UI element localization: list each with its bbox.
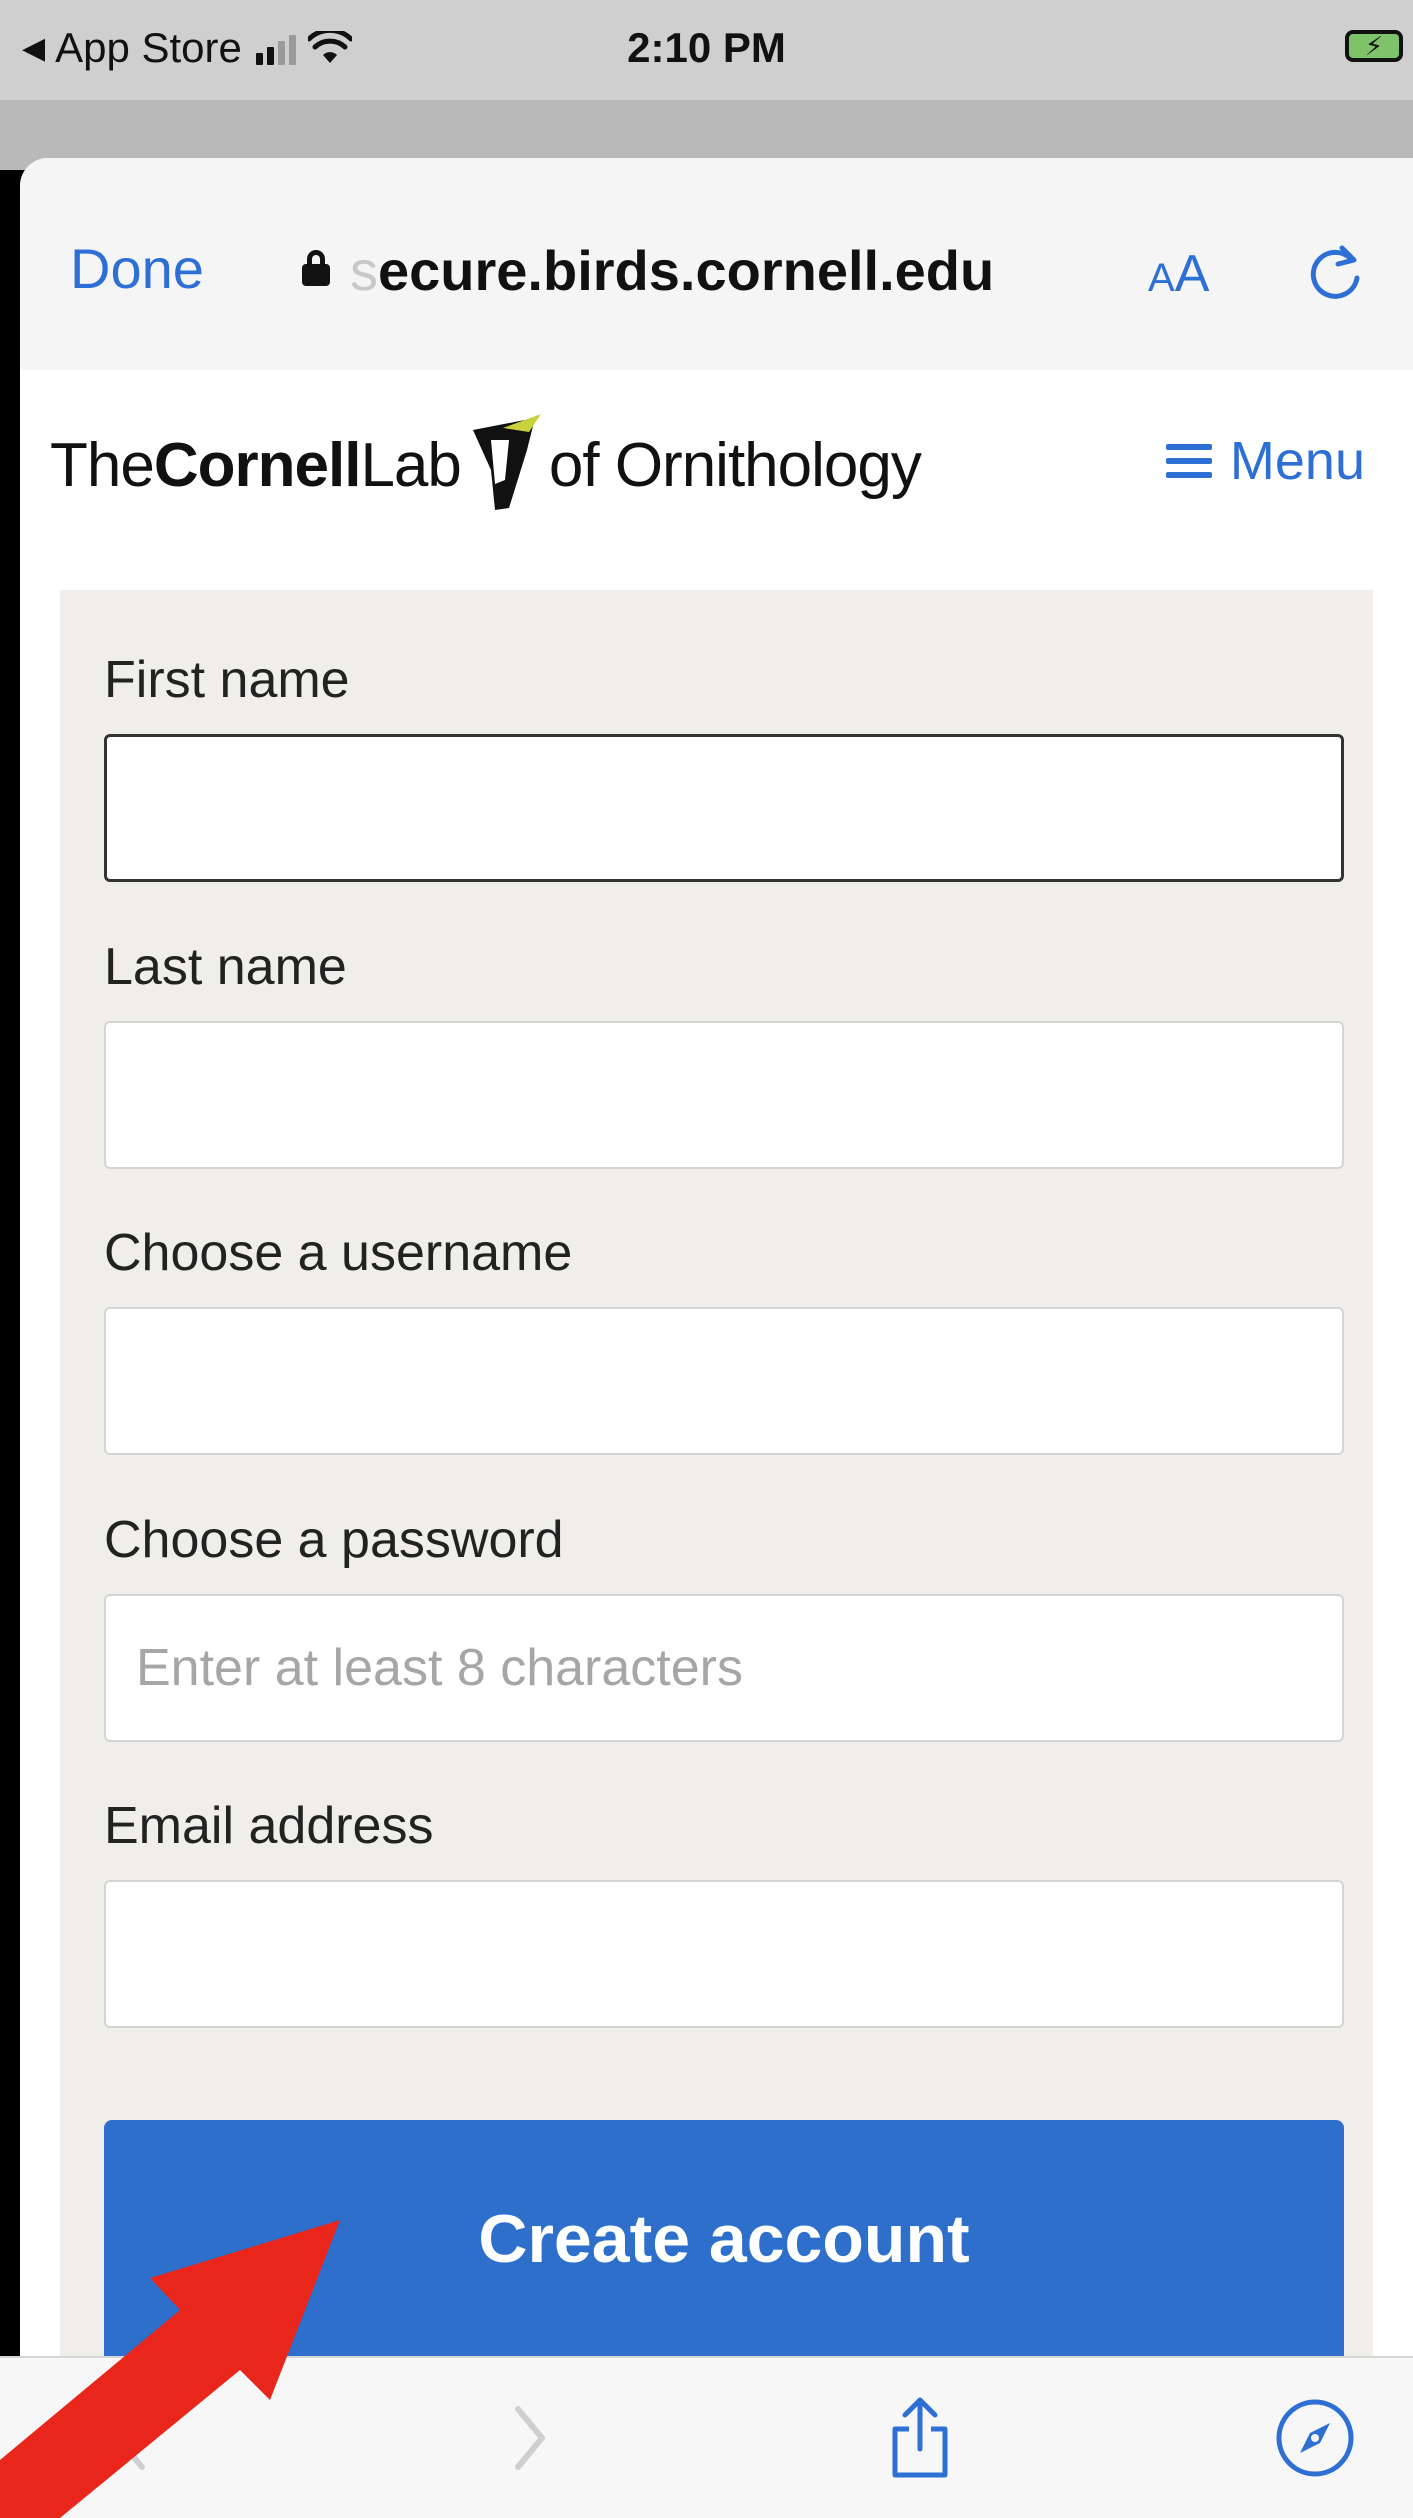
logo-cornell: Cornell: [153, 430, 362, 500]
email-input[interactable]: [104, 1880, 1344, 2028]
lock-icon: [302, 250, 330, 286]
cornell-lab-logo[interactable]: The Cornell Lab of Ornithology: [50, 410, 922, 520]
logo-the: The: [50, 430, 155, 500]
password-label: Choose a password: [104, 1511, 564, 1569]
username-label: Choose a username: [104, 1224, 573, 1282]
hamburger-icon: [1165, 444, 1212, 478]
username-input[interactable]: [104, 1307, 1344, 1455]
screen: ◀ App Store 2:10 PM ⚡ Done secure.birds.…: [0, 0, 1413, 2518]
create-account-button[interactable]: Create account: [104, 2120, 1344, 2380]
status-bar: ◀ App Store 2:10 PM ⚡: [0, 0, 1413, 100]
share-icon: [892, 2397, 948, 2478]
done-button[interactable]: Done: [70, 236, 204, 301]
last-name-label: Last name: [104, 938, 347, 996]
battery-icon: ⚡: [1345, 30, 1403, 62]
text-size-button[interactable]: AA: [1148, 244, 1209, 304]
first-name-label: First name: [104, 651, 350, 709]
text-size-small-glyph: A: [1148, 256, 1175, 300]
clock: 2:10 PM: [627, 24, 786, 71]
open-in-safari-button[interactable]: [1270, 2398, 1360, 2478]
browser-toolbar: [0, 2356, 1413, 2518]
share-button[interactable]: [880, 2397, 960, 2478]
compass-icon: [1276, 2399, 1354, 2477]
last-name-input[interactable]: [104, 1021, 1344, 1169]
url-hidden-prefix: s: [350, 239, 378, 302]
menu-label: Menu: [1229, 431, 1365, 491]
charging-bolt-icon: ⚡: [1364, 31, 1384, 61]
site-header: The Cornell Lab of Ornithology Menu: [20, 370, 1413, 540]
bird-logo-icon: [472, 414, 541, 510]
chevron-left-icon: [115, 2406, 145, 2470]
back-button[interactable]: [100, 2398, 160, 2478]
reload-icon[interactable]: [1302, 238, 1368, 304]
url-text[interactable]: secure.birds.cornell.edu: [350, 238, 994, 303]
forward-button[interactable]: [500, 2398, 560, 2478]
email-label: Email address: [104, 1797, 434, 1855]
menu-button[interactable]: Menu: [1165, 430, 1365, 492]
address-bar: Done secure.birds.cornell.edu AA: [20, 158, 1413, 372]
password-input[interactable]: [104, 1594, 1344, 1742]
url-domain: ecure.birds.cornell.edu: [378, 239, 995, 302]
logo-lab: Lab: [360, 430, 461, 500]
first-name-input[interactable]: [104, 734, 1344, 882]
chevron-right-icon: [515, 2406, 545, 2470]
text-size-large-glyph: A: [1174, 245, 1210, 303]
logo-of-ornithology: of Ornithology: [548, 430, 922, 500]
